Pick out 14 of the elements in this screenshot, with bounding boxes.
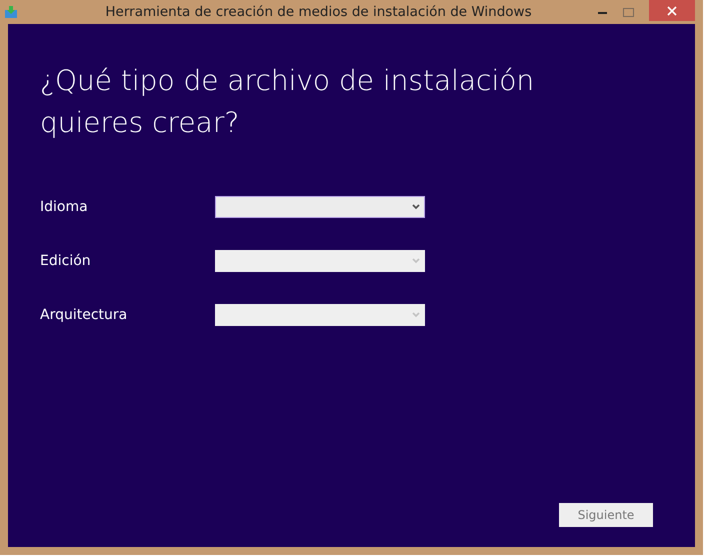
close-button[interactable] <box>649 0 695 21</box>
minimize-icon <box>598 10 606 14</box>
page-heading: ¿Qué tipo de archivo de instalación quieres crear? <box>40 63 536 141</box>
caret-icon <box>412 258 420 264</box>
dropdown-field[interactable] <box>215 196 425 218</box>
app-icon <box>4 5 18 19</box>
field-label: Edición <box>40 252 92 270</box>
field-label: Idioma <box>40 198 89 216</box>
maximize-icon <box>622 8 634 16</box>
close-icon <box>667 6 677 16</box>
caret-icon <box>412 204 420 210</box>
field-label: Arquitectura <box>40 306 128 324</box>
caret-icon <box>412 312 420 318</box>
window-title: Herramienta de creación de medios de instalación de Windows <box>104 2 533 22</box>
